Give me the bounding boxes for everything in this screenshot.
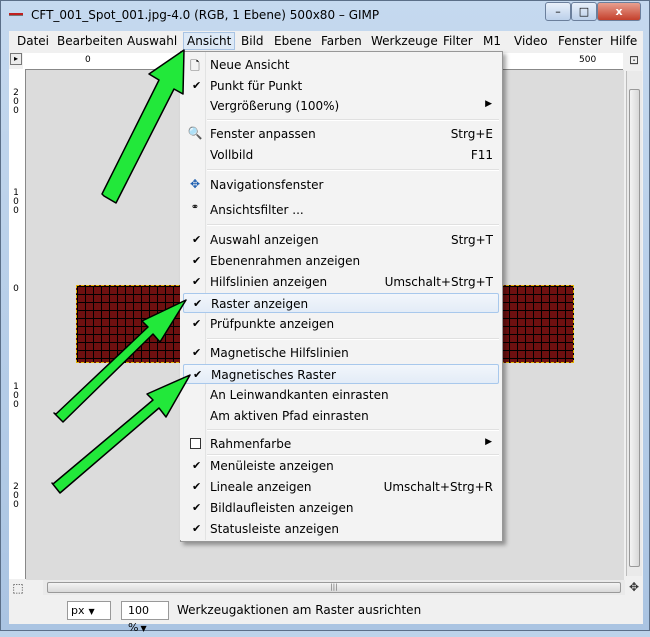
arrow-to-ansicht-menu [101,49,185,204]
arrow-to-magnetisches-raster [51,374,191,494]
annotation-arrows [51,49,191,494]
